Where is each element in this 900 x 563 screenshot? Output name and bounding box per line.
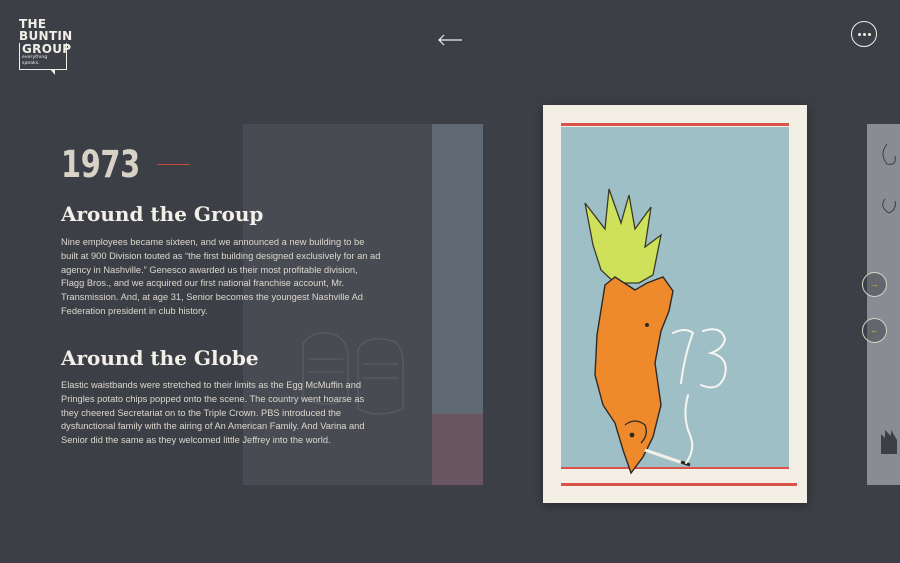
poster-card-1973[interactable] <box>543 105 807 503</box>
logo-line-2: BUNTIN <box>19 29 73 43</box>
right-arrow-icon: → <box>870 279 879 289</box>
previous-button[interactable]: ← <box>862 318 887 343</box>
year-heading: 1973 <box>61 143 190 186</box>
left-arrow-icon <box>438 34 462 46</box>
year-label: 1973 <box>61 143 140 186</box>
logo-bubble-tail <box>50 69 55 75</box>
menu-button[interactable] <box>851 21 877 47</box>
logo-bubble: GROUP everything speaks. <box>19 42 72 75</box>
section-body-globe: Elastic waistbands were stretched to the… <box>61 380 365 446</box>
next-button[interactable]: → <box>862 272 887 297</box>
left-arrow-icon: ← <box>870 325 879 335</box>
buntin-group-logo[interactable]: THE BUNTIN GROUP everything speaks. <box>19 18 73 75</box>
logo-line-3: GROUP <box>22 42 72 56</box>
ellipsis-dot-icon <box>867 32 871 36</box>
next-card-peek[interactable] <box>867 124 900 485</box>
section-body-group: Nine employees became sixteen, and we an… <box>61 237 381 316</box>
ellipsis-dot-icon <box>862 32 866 36</box>
next-card-sketch <box>881 143 897 454</box>
back-arrow-button[interactable] <box>436 31 464 49</box>
year-accent-line <box>156 163 190 166</box>
horse-king-poster-illustration <box>561 123 797 486</box>
section-title-group: Around the Group <box>61 202 264 226</box>
ellipsis-dot-icon <box>857 32 861 36</box>
section-title-globe: Around the Globe <box>61 346 259 370</box>
logo-tagline: everything speaks. <box>22 55 48 66</box>
